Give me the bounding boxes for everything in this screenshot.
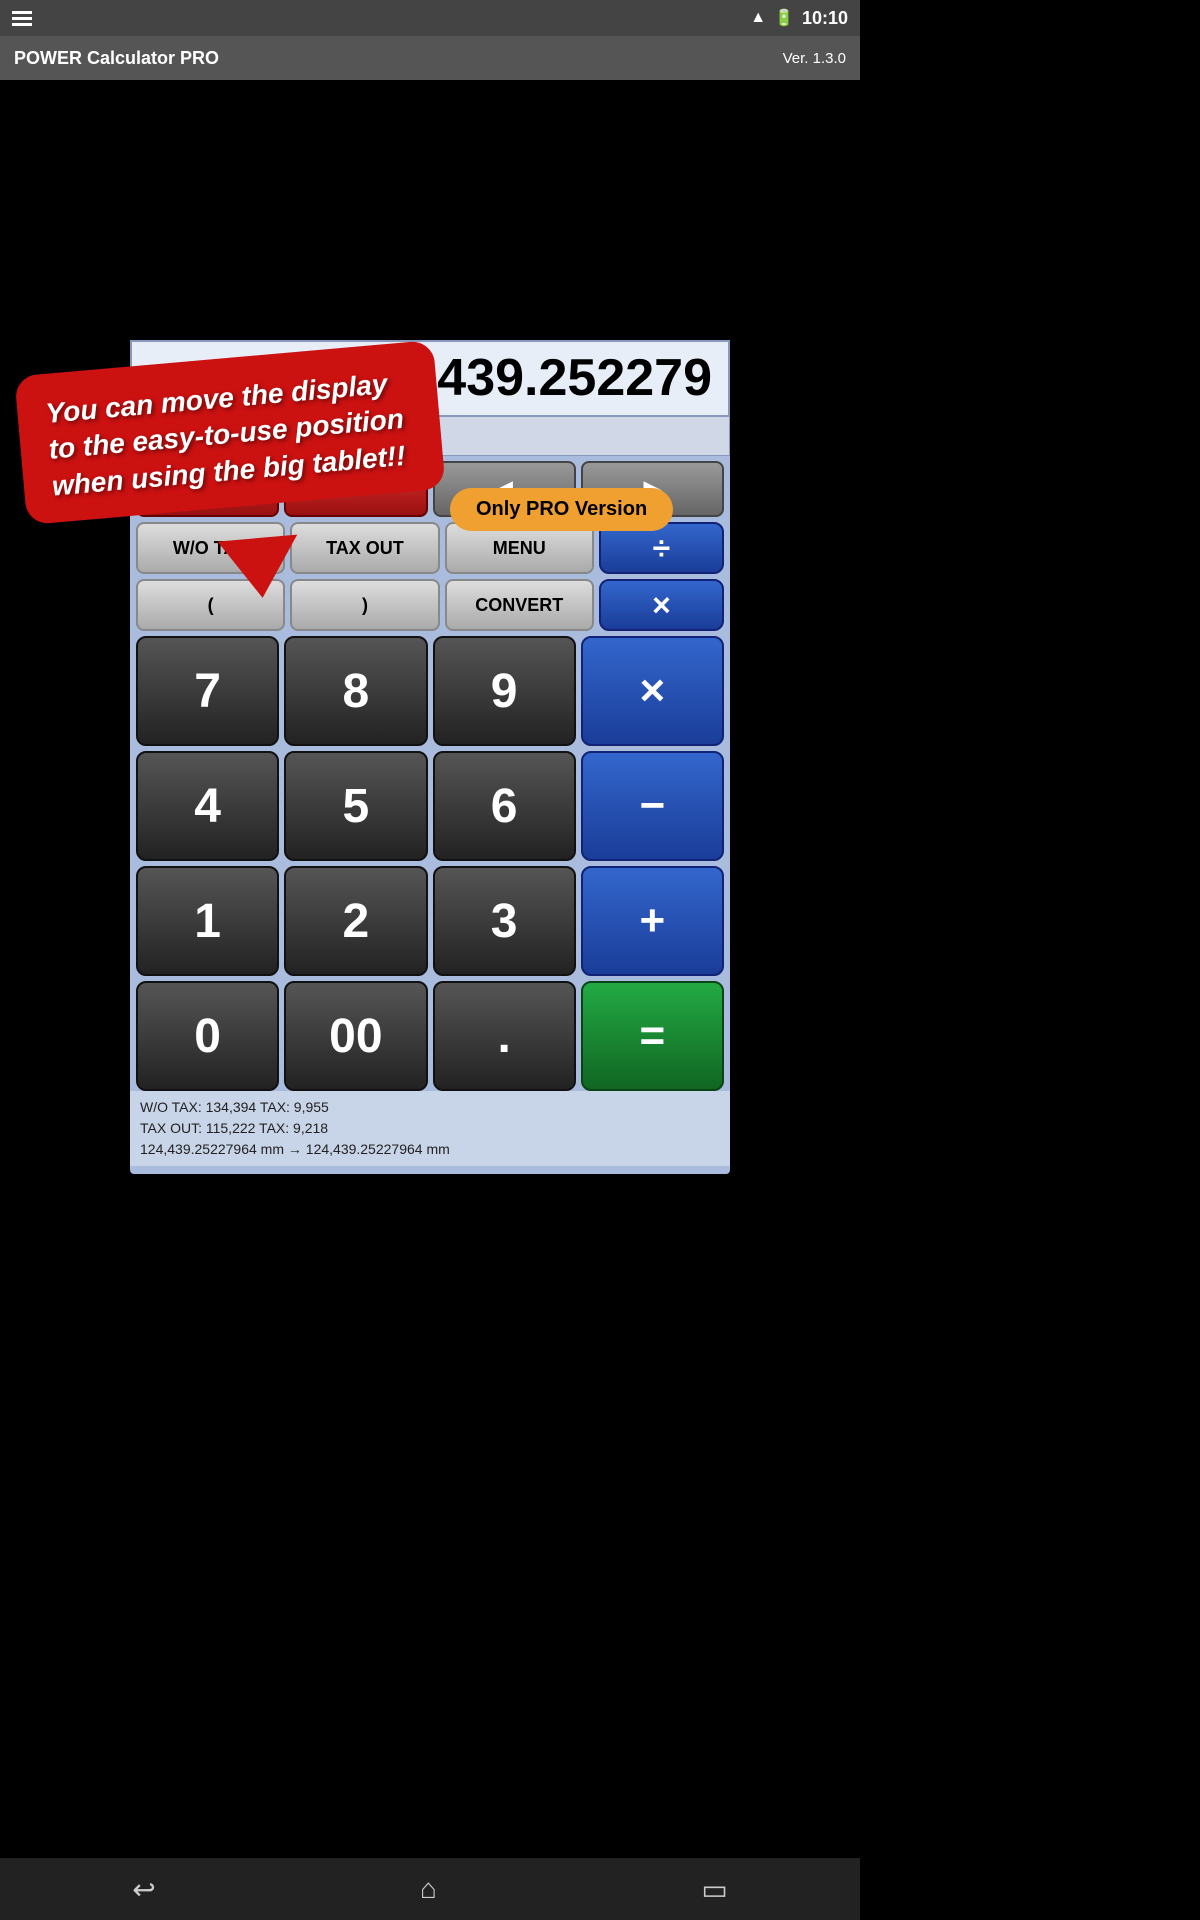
doublezero-button[interactable]: 00	[284, 981, 427, 1091]
one-button[interactable]: 1	[136, 866, 279, 976]
battery-icon: 🔋	[774, 8, 794, 28]
five-button[interactable]: 5	[284, 751, 427, 861]
multiply-button[interactable]: ×	[599, 579, 724, 631]
close-paren-button[interactable]: )	[290, 579, 439, 631]
status-time: 10:10	[802, 8, 848, 29]
home-nav-icon[interactable]: ⌂	[420, 1873, 437, 1905]
main-area: You can move the display to the easy-to-…	[0, 340, 860, 1184]
button-row-3: ( ) CONVERT ×	[130, 574, 730, 631]
app-version: Ver. 1.3.0	[783, 50, 846, 67]
app-title: POWER Calculator PRO	[14, 48, 219, 69]
three-button[interactable]: 3	[433, 866, 576, 976]
multiply-op-button[interactable]: ×	[581, 636, 724, 746]
pro-badge: Only PRO Version	[450, 488, 673, 531]
eight-button[interactable]: 8	[284, 636, 427, 746]
pro-badge-text: Only PRO Version	[476, 498, 647, 520]
four-button[interactable]: 4	[136, 751, 279, 861]
taxout-button[interactable]: TAX OUT	[290, 522, 439, 574]
nav-bar: ↩ ⌂ ▭	[0, 1858, 860, 1920]
hamburger-icon	[12, 11, 32, 26]
tooltip-text: You can move the display to the easy-to-…	[44, 368, 406, 501]
right-status-icons: ▲ 🔋 10:10	[750, 8, 848, 29]
tooltip-arrow	[218, 535, 303, 602]
two-button[interactable]: 2	[284, 866, 427, 976]
convert-button[interactable]: CONVERT	[445, 579, 594, 631]
minus-button[interactable]: −	[581, 751, 724, 861]
calc-status: W/O TAX: 134,394 TAX: 9,955 TAX OUT: 115…	[130, 1091, 730, 1166]
status-line-3: 124,439.25227964 mm → 124,439.25227964 m…	[140, 1139, 720, 1160]
left-status-icons	[12, 11, 32, 26]
plus-button[interactable]: +	[581, 866, 724, 976]
zero-button[interactable]: 0	[136, 981, 279, 1091]
status-line-1: W/O TAX: 134,394 TAX: 9,955	[140, 1097, 720, 1118]
equals-button[interactable]: =	[581, 981, 724, 1091]
nine-button[interactable]: 9	[433, 636, 576, 746]
decimal-button[interactable]: .	[433, 981, 576, 1091]
six-button[interactable]: 6	[433, 751, 576, 861]
status-bar: ▲ 🔋 10:10	[0, 0, 860, 36]
wifi-icon: ▲	[750, 9, 766, 27]
title-bar: POWER Calculator PRO Ver. 1.3.0	[0, 36, 860, 80]
button-row-4: 7 8 9 ×	[130, 631, 730, 746]
button-row-5: 4 5 6 −	[130, 746, 730, 861]
back-nav-icon[interactable]: ↩	[132, 1873, 155, 1906]
status-line-2: TAX OUT: 115,222 TAX: 9,218	[140, 1118, 720, 1139]
button-row-7: 0 00 . =	[130, 976, 730, 1091]
button-row-6: 1 2 3 +	[130, 861, 730, 976]
seven-button[interactable]: 7	[136, 636, 279, 746]
recents-nav-icon[interactable]: ▭	[701, 1873, 727, 1906]
